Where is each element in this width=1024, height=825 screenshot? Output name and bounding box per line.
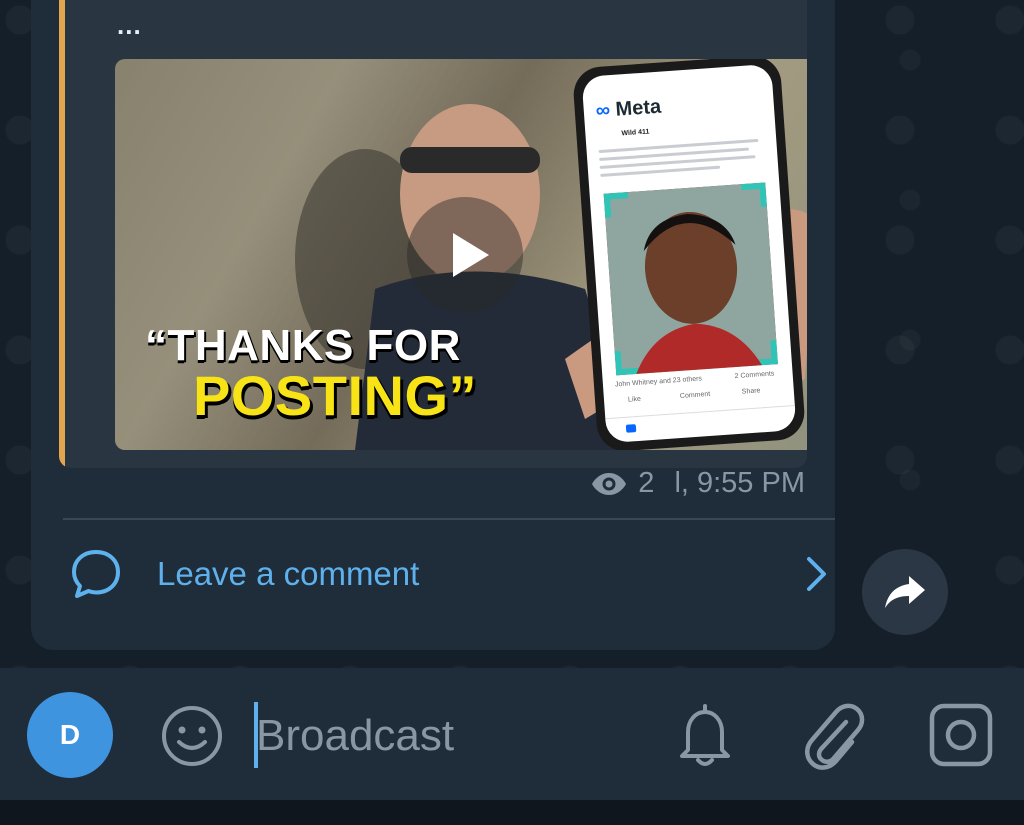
system-nav-strip [0, 800, 1024, 825]
phone-post-photo [603, 182, 778, 376]
video-thumbnail[interactable]: “THANKS FOR POSTING” ∞ Meta Wild 411 Joh… [115, 59, 807, 450]
post-ellipsis-text: ... [117, 10, 142, 40]
camera-icon[interactable] [928, 702, 994, 768]
composer-bar: D [0, 668, 1024, 800]
broadcast-input[interactable] [256, 706, 636, 766]
paperclip-icon[interactable] [800, 700, 866, 770]
meta-logo: ∞ Meta [595, 95, 662, 123]
reply-accent-bar [59, 0, 65, 468]
phone-like-action: Like [627, 395, 642, 404]
phone-post-name: Wild 411 [621, 128, 650, 138]
phone-home-icon [625, 424, 637, 433]
view-count: 2 [638, 467, 655, 499]
phone-nav-divider [605, 404, 795, 420]
bell-icon[interactable] [676, 702, 734, 768]
comment-divider [63, 518, 835, 520]
comment-bubble-icon [72, 550, 120, 598]
phone-reactions: John Whitney and 23 others [614, 375, 703, 389]
thumbnail-caption-line2: POSTING” [193, 364, 478, 427]
phone-comment-action: Comment [679, 390, 711, 400]
post-meta: 2 l, 9:55 PM [590, 467, 805, 500]
phone-share-action: Share [741, 387, 761, 396]
phone-mockup: ∞ Meta Wild 411 John Whitney and 23 othe… [571, 59, 807, 450]
leave-comment-button[interactable]: Leave a comment [69, 538, 835, 610]
share-button[interactable] [862, 549, 948, 635]
channel-post-bubble: ... “THANKS FOR POSTING” ∞ Meta Wild 411 [31, 0, 835, 650]
eye-icon [592, 472, 627, 495]
share-arrow-icon [885, 576, 925, 608]
phone-screen: ∞ Meta Wild 411 John Whitney and 23 othe… [581, 63, 797, 444]
avatar[interactable]: D [27, 692, 113, 778]
emoji-icon[interactable] [160, 704, 224, 768]
leave-comment-label: Leave a comment [157, 555, 420, 592]
chevron-right-icon [807, 557, 826, 591]
phone-comment-count: 2 Comments [734, 370, 775, 381]
embedded-post[interactable]: ... “THANKS FOR POSTING” ∞ Meta Wild 411 [59, 0, 807, 468]
play-button[interactable] [407, 197, 523, 313]
post-time: l, 9:55 PM [674, 467, 805, 499]
